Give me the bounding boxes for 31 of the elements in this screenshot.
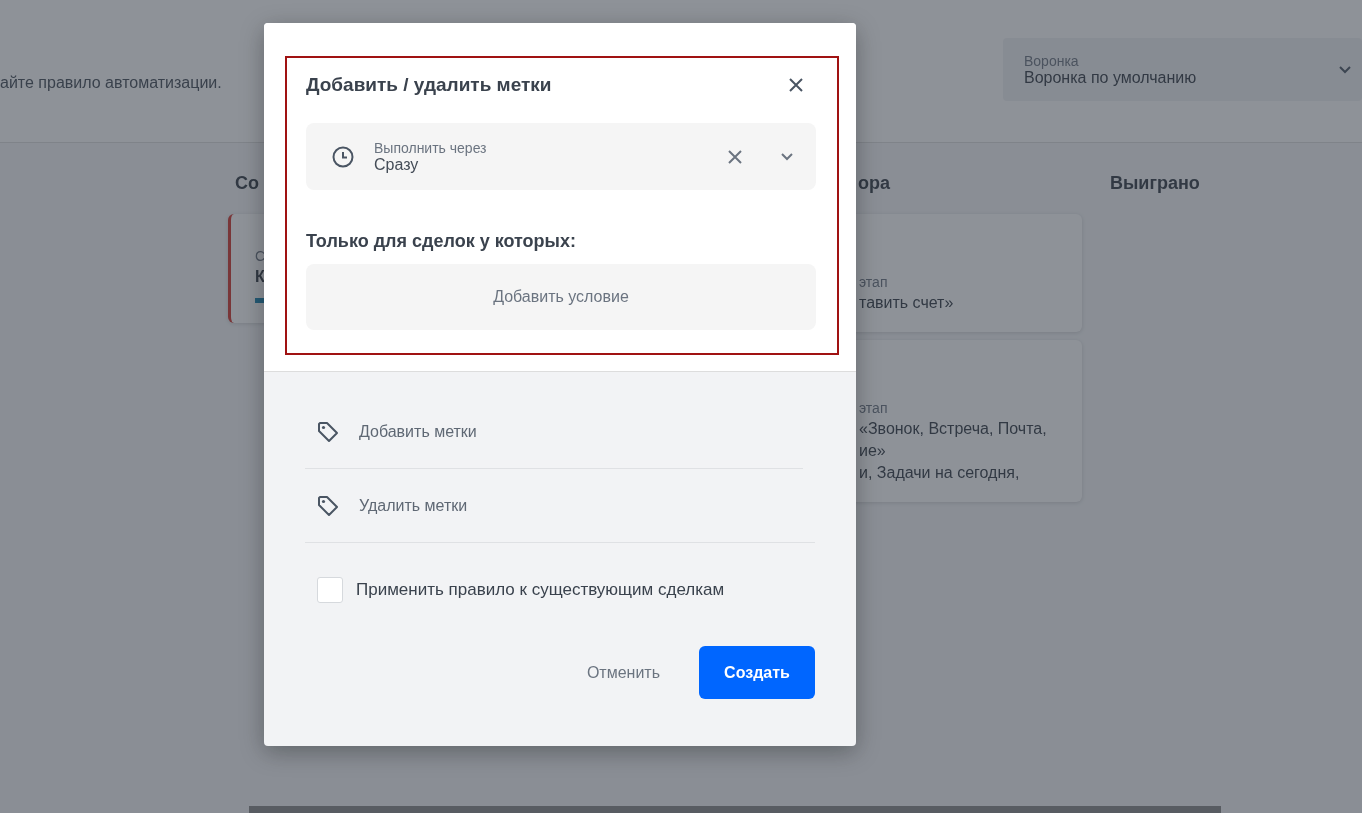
card-label: С (255, 248, 267, 264)
create-button[interactable]: Создать (699, 646, 815, 699)
action-option[interactable]: Добавить метки (359, 422, 477, 441)
card-label: этап (859, 400, 889, 416)
card-text: и, Задачи на сегодня, (859, 464, 1021, 482)
add-condition-button[interactable]: Добавить условие (306, 264, 816, 330)
tag-icon (317, 420, 339, 443)
column-title: Со (234, 173, 260, 194)
chevron-down-icon (1338, 65, 1352, 74)
card-text: К (255, 268, 266, 286)
card-text: тавить счет» (859, 294, 955, 312)
checkbox[interactable] (317, 577, 343, 603)
card-label: этап (859, 274, 889, 290)
chevron-down-icon[interactable] (780, 152, 794, 161)
card-text: ие» (859, 442, 887, 460)
conditions-heading: Только для сделок у которых: (306, 231, 577, 252)
page-description: айте правило автоматизации. (0, 74, 222, 92)
clock-icon (332, 145, 354, 168)
column-title: ора (857, 173, 891, 194)
delay-select[interactable]: Выполнить через Сразу (306, 123, 816, 190)
funnel-select[interactable]: Воронка Воронка по умолчанию (1003, 38, 1362, 101)
cancel-button[interactable]: Отменить (586, 646, 660, 699)
card-text: «Звонок, Встреча, Почта, (859, 420, 1048, 438)
close-icon[interactable] (789, 78, 803, 92)
tag-icon (317, 494, 339, 517)
modal-title: Добавить / удалить метки (306, 74, 552, 96)
checkbox-label: Применить правило к существующим сделкам (356, 580, 725, 600)
horizontal-scrollbar[interactable] (249, 806, 1221, 813)
column-title: Выиграно (1110, 173, 1201, 194)
action-option[interactable]: Удалить метки (359, 496, 468, 515)
clear-icon[interactable] (728, 149, 742, 164)
